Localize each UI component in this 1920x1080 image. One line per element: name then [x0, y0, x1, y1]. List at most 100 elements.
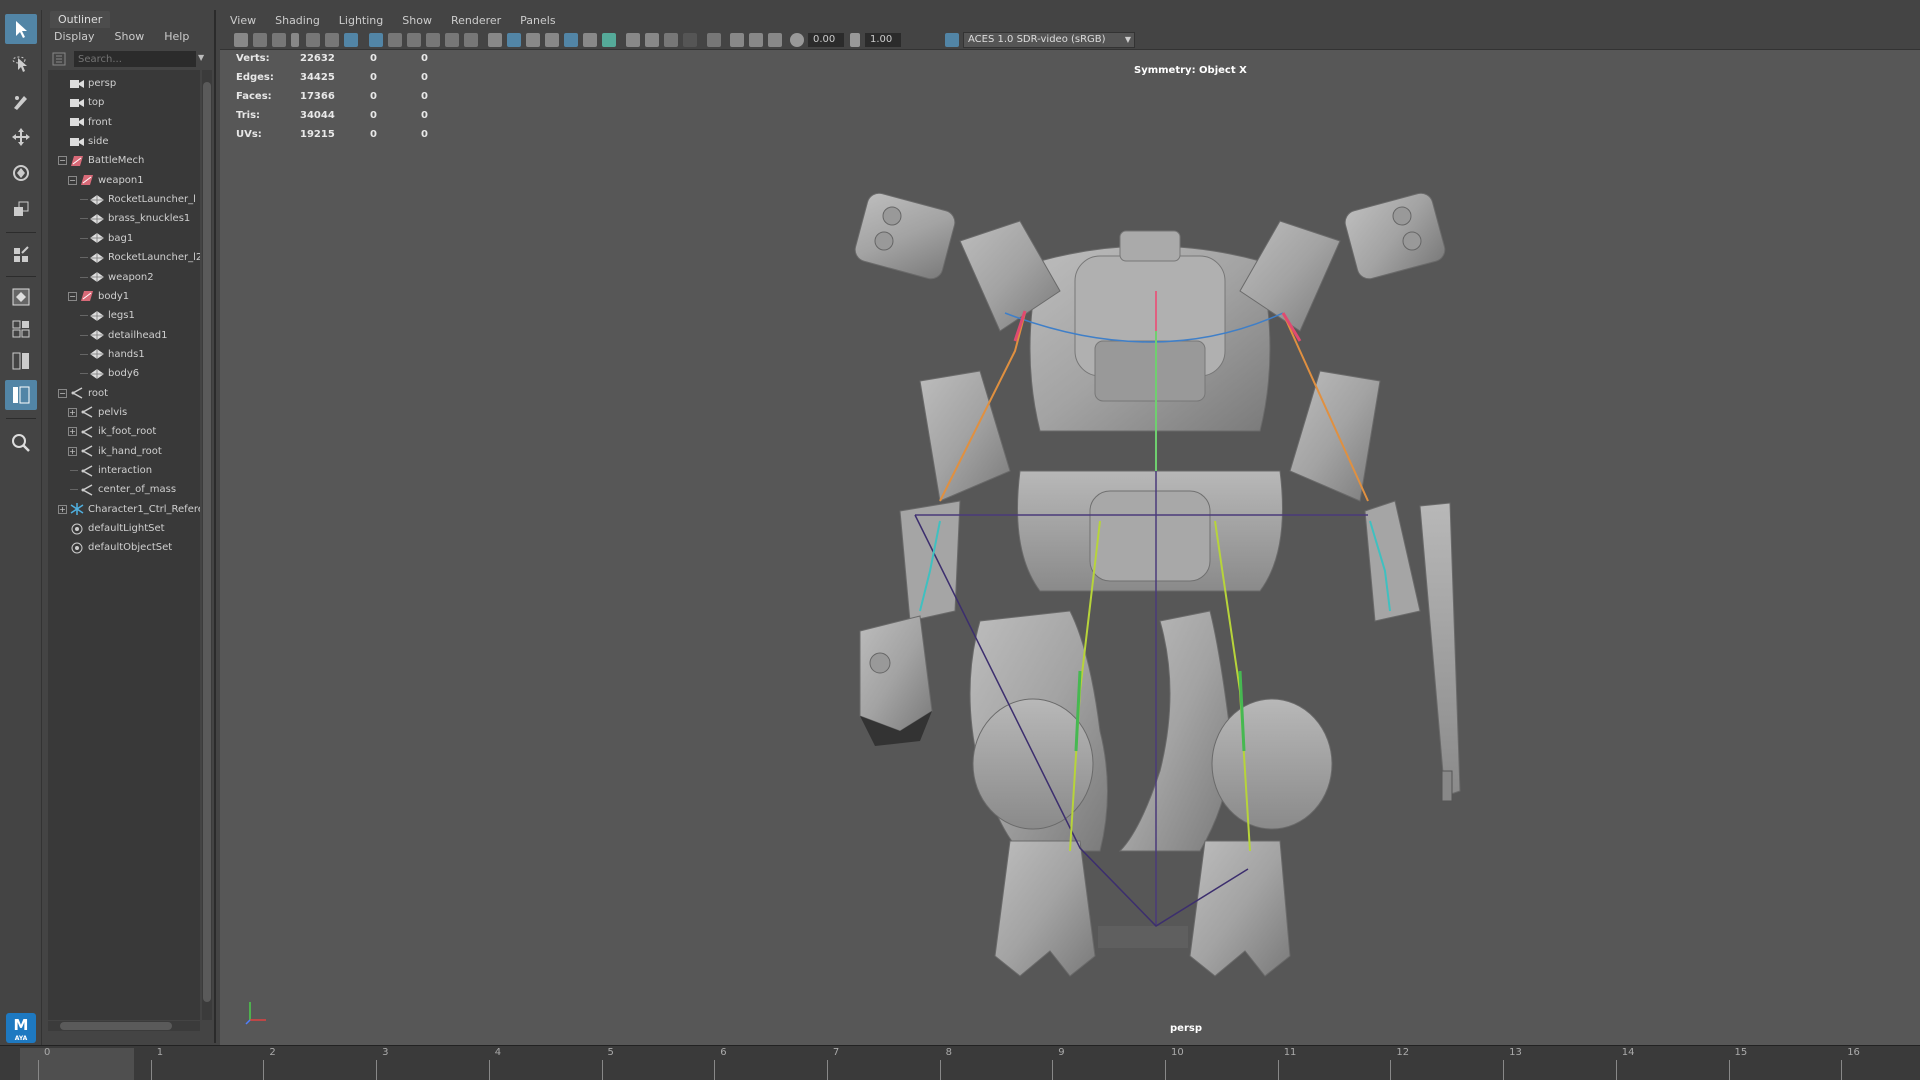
outliner-item[interactable]: legs1	[90, 306, 135, 325]
wireframe-icon[interactable]	[488, 33, 502, 47]
outliner-item[interactable]: brass_knuckles1	[90, 209, 190, 228]
scale-tool-icon[interactable]	[5, 194, 37, 224]
shadows-icon[interactable]	[602, 33, 616, 47]
time-slider[interactable]: 0 1 2 3 4 5 6 7 8 9 10 11 12 13 14 15 16	[0, 1045, 1920, 1080]
menu-display[interactable]: Display	[44, 28, 105, 46]
menu-show[interactable]: Show	[392, 10, 441, 30]
four-view-layout-icon[interactable]	[5, 314, 37, 344]
outliner-item[interactable]: interaction	[80, 461, 152, 480]
gamma-icon[interactable]	[850, 33, 860, 47]
outliner-item[interactable]: body1	[80, 287, 129, 306]
camera-select-icon[interactable]	[234, 33, 248, 47]
exposure-icon[interactable]	[790, 33, 804, 47]
timeline-tick	[939, 1060, 941, 1080]
depth-of-field-icon[interactable]	[683, 33, 697, 47]
outliner-item[interactable]: bag1	[90, 229, 133, 248]
expand-toggle-icon[interactable]: +	[68, 407, 77, 417]
outliner-layout-icon[interactable]	[5, 380, 37, 410]
film-gate-icon[interactable]	[369, 33, 383, 47]
expand-toggle-icon[interactable]: +	[58, 504, 67, 514]
expand-toggle-icon[interactable]: +	[68, 427, 77, 437]
3d-viewport[interactable]: Verts: 22632 0 0 Edges: 34425 0 0 Faces: 17366 0 0 T…	[220, 51, 1920, 1045]
outliner-item[interactable]: detailhead1	[90, 326, 167, 345]
two-view-layout-icon[interactable]	[5, 346, 37, 376]
expand-toggle-icon[interactable]: −	[68, 291, 77, 301]
xray-joints-icon[interactable]	[730, 33, 744, 47]
xray-active-icon[interactable]	[749, 33, 763, 47]
filter-icon[interactable]	[52, 52, 66, 66]
outliner-item[interactable]: pelvis	[80, 403, 127, 422]
field-chart-icon[interactable]	[426, 33, 440, 47]
outliner-item[interactable]: weapon2	[90, 268, 154, 287]
outliner-item[interactable]: weapon1	[80, 171, 144, 190]
wireframe-on-shaded-icon[interactable]	[526, 33, 540, 47]
color-space-dropdown[interactable]: ACES 1.0 SDR-video (sRGB) ▼	[963, 32, 1135, 48]
outliner-tab[interactable]: Outliner	[50, 11, 111, 28]
outliner-item[interactable]: ik_hand_root	[80, 442, 162, 461]
chevron-down-icon[interactable]: ▼	[198, 53, 210, 65]
ambient-occlusion-icon[interactable]	[626, 33, 640, 47]
camera-attributes-icon[interactable]	[253, 33, 267, 47]
outliner-item[interactable]: center_of_mass	[80, 480, 176, 499]
2d-pan-zoom-icon[interactable]	[306, 33, 320, 47]
lasso-tool-icon[interactable]	[5, 50, 37, 80]
grid-toggle-icon[interactable]	[344, 33, 358, 47]
expand-toggle-icon[interactable]: −	[68, 175, 77, 185]
single-view-layout-icon[interactable]	[5, 282, 37, 312]
use-all-lights-icon[interactable]	[583, 33, 597, 47]
outliner-vertical-scrollbar[interactable]	[202, 70, 212, 1020]
move-tool-icon[interactable]	[5, 122, 37, 152]
outliner-item[interactable]: front	[70, 113, 112, 132]
color-management-icon[interactable]	[945, 33, 959, 47]
outliner-item[interactable]: side	[70, 132, 109, 151]
last-tool-icon[interactable]	[5, 240, 37, 270]
safe-title-icon[interactable]	[464, 33, 478, 47]
safe-action-icon[interactable]	[445, 33, 459, 47]
isolate-select-icon[interactable]	[707, 33, 721, 47]
menu-panels[interactable]: Panels	[510, 10, 564, 30]
outliner-item[interactable]: top	[70, 93, 104, 112]
magnifier-icon[interactable]	[5, 428, 37, 458]
gate-mask-icon[interactable]	[407, 33, 421, 47]
anti-aliasing-icon[interactable]	[664, 33, 678, 47]
resolution-gate-icon[interactable]	[388, 33, 402, 47]
outliner-item[interactable]: persp	[70, 74, 116, 93]
menu-lighting[interactable]: Lighting	[329, 10, 392, 30]
outliner-item[interactable]: defaultLightSet	[70, 519, 165, 538]
expand-toggle-icon[interactable]: +	[68, 446, 77, 456]
motion-blur-icon[interactable]	[645, 33, 659, 47]
menu-view[interactable]: View	[220, 10, 265, 30]
menu-renderer[interactable]: Renderer	[441, 10, 510, 30]
outliner-search-input[interactable]	[74, 51, 196, 67]
image-plane-icon[interactable]	[291, 33, 299, 47]
grease-pencil-icon[interactable]	[325, 33, 339, 47]
paint-select-tool-icon[interactable]	[5, 86, 37, 116]
bookmarks-icon[interactable]	[272, 33, 286, 47]
menu-shading[interactable]: Shading	[265, 10, 329, 30]
battlemech-model[interactable]	[852, 191, 1461, 977]
smooth-shade-icon[interactable]	[507, 33, 521, 47]
outliner-item[interactable]: RocketLauncher_l	[90, 190, 196, 209]
outliner-item[interactable]: body6	[90, 364, 139, 383]
exposure-field[interactable]: 0.00	[808, 33, 844, 47]
outliner-item[interactable]: Character1_Ctrl_Reference	[70, 500, 200, 519]
outliner-horizontal-scrollbar[interactable]	[48, 1021, 200, 1031]
outliner-item[interactable]: ik_foot_root	[80, 422, 156, 441]
outliner-item[interactable]: defaultObjectSet	[70, 538, 172, 557]
outliner-item[interactable]: BattleMech	[70, 151, 144, 170]
menu-show[interactable]: Show	[105, 28, 155, 46]
expand-toggle-icon[interactable]: −	[58, 388, 67, 398]
menu-help[interactable]: Help	[154, 28, 199, 46]
gamma-field[interactable]: 1.00	[865, 33, 901, 47]
textured-icon[interactable]	[545, 33, 559, 47]
outliner-item[interactable]: root	[70, 384, 108, 403]
hud-b: 0	[370, 129, 377, 140]
select-tool-icon[interactable]	[5, 14, 37, 44]
xray-icon[interactable]	[564, 33, 578, 47]
expand-toggle-icon[interactable]: −	[58, 156, 67, 166]
rotate-tool-icon[interactable]	[5, 158, 37, 188]
outliner-item[interactable]: RocketLauncher_l2	[90, 248, 200, 267]
backface-icon[interactable]	[768, 33, 782, 47]
outliner-item[interactable]: hands1	[90, 345, 145, 364]
hud-a: 17366	[300, 91, 335, 102]
